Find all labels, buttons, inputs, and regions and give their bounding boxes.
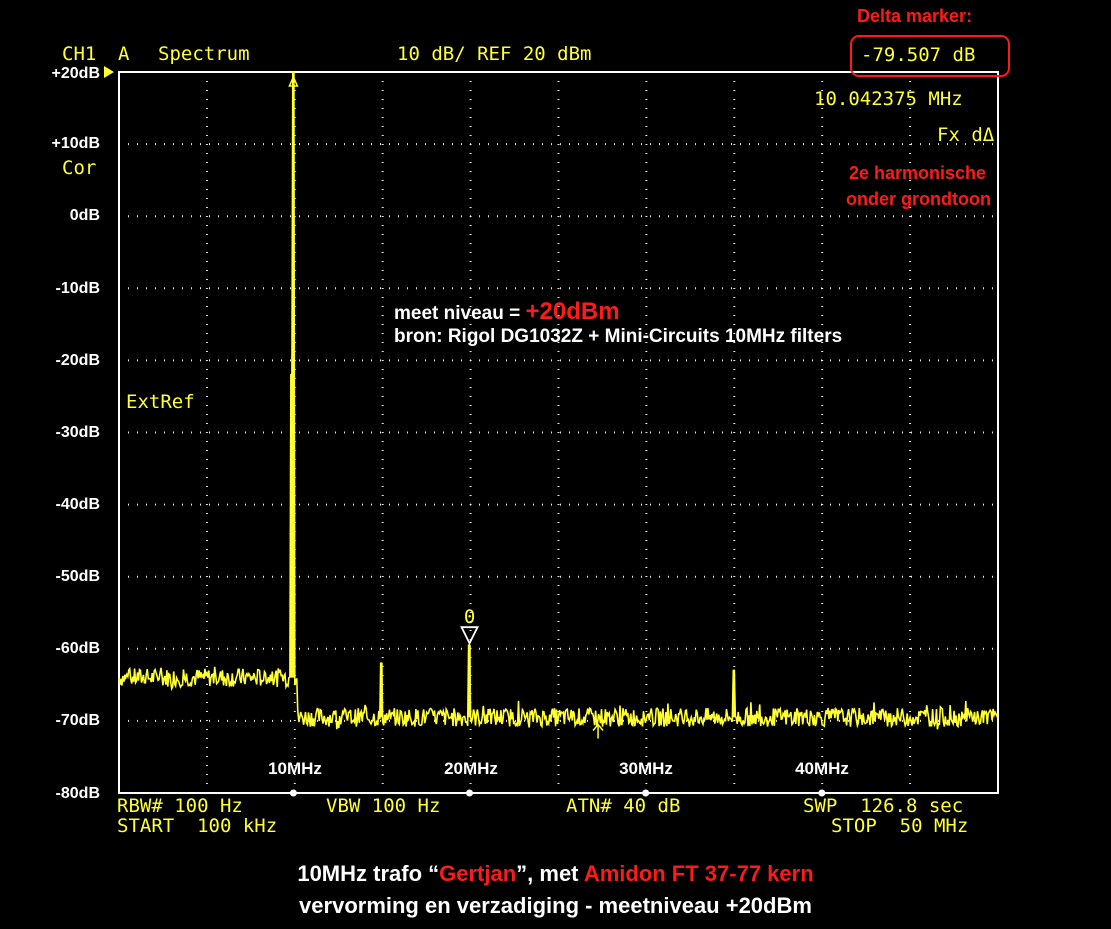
mode-label: Spectrum bbox=[158, 43, 250, 65]
vbw-setting: VBW 100 Hz bbox=[326, 795, 441, 817]
y-tick-label: -80dB bbox=[55, 785, 100, 802]
x-tick-label: 10MHz bbox=[268, 759, 322, 778]
caption-part: ”, met bbox=[516, 861, 584, 886]
source-note: bron: Rigol DG1032Z + Mini-Circuits 10MH… bbox=[394, 326, 843, 347]
y-tick-label: -30dB bbox=[55, 424, 100, 441]
rbw-setting: RBW# 100 Hz bbox=[117, 795, 243, 817]
level-value: +20dBm bbox=[525, 298, 620, 325]
marker-mode: Fx dΔ bbox=[937, 124, 995, 146]
scale-label: 10 dB/ REF 20 dBm bbox=[397, 43, 592, 65]
x-tick-dot bbox=[466, 789, 474, 797]
marks: 0 bbox=[288, 75, 826, 797]
x-tick-label: 20MHz bbox=[444, 759, 498, 778]
delta-marker-label: 0 bbox=[464, 606, 475, 628]
start-frequency: START 100 kHz bbox=[117, 815, 278, 837]
y-tick-label: -20dB bbox=[55, 352, 100, 369]
caption-core: Amidon FT 37-77 kern bbox=[583, 861, 814, 886]
delta-title: Delta marker: bbox=[857, 6, 973, 26]
level-prefix: meet niveau = bbox=[394, 303, 526, 324]
caption-name: Gertjan bbox=[439, 861, 517, 886]
level-note: meet niveau = +20dBm bbox=[394, 298, 620, 326]
caption-line2: vervorming en verzadiging - meetniveau +… bbox=[299, 893, 812, 918]
ref-level-arrow-icon bbox=[104, 66, 114, 78]
extref-label: ExtRef bbox=[126, 391, 195, 413]
marker-frequency: 10.042375 MHz bbox=[814, 88, 963, 110]
y-tick-label: -10dB bbox=[55, 280, 100, 297]
caption-line1: 10MHz trafo “Gertjan”, met Amidon FT 37-… bbox=[0, 861, 1111, 887]
y-tick-label: -50dB bbox=[55, 568, 100, 585]
stop-frequency: STOP 50 MHz bbox=[831, 815, 969, 837]
y-tick-label: +20dB bbox=[51, 65, 100, 82]
channel-label: CH1 bbox=[62, 43, 97, 65]
center-arrow-icon bbox=[592, 723, 604, 739]
y-tick-label: +10dB bbox=[51, 135, 100, 152]
swp-setting: SWP 126.8 sec bbox=[803, 795, 964, 817]
trace-label: A bbox=[118, 43, 130, 65]
y-tick-label: -70dB bbox=[55, 712, 100, 729]
harmonic-note-line1: 2e harmonische bbox=[849, 163, 987, 183]
caption-part: 10MHz trafo “ bbox=[297, 861, 440, 886]
y-tick-label: -60dB bbox=[55, 640, 100, 657]
delta-marker-icon bbox=[460, 626, 479, 646]
y-tick-label: -40dB bbox=[55, 496, 100, 513]
atn-setting: ATN# 40 dB bbox=[566, 795, 681, 817]
x-tick-label: 40MHz bbox=[795, 759, 849, 778]
x-tick-dot bbox=[289, 789, 297, 797]
harmonic-note-line2: onder grondtoon bbox=[846, 189, 991, 209]
delta-value: -79.507 dB bbox=[861, 44, 976, 66]
x-tick-label: 30MHz bbox=[619, 759, 673, 778]
y-tick-label: 0dB bbox=[69, 207, 100, 224]
cor-label: Cor bbox=[62, 157, 97, 179]
